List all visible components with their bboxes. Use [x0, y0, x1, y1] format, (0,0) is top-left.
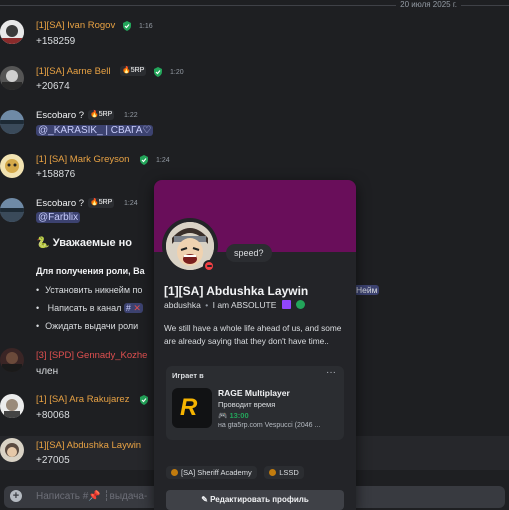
- author-name[interactable]: [1][SA] Ivan Rogov: [36, 20, 115, 31]
- role-pill[interactable]: [SA] Sheriff Academy: [166, 466, 257, 479]
- message[interactable]: [1][SA] Aarne Bell 🔥5RP 1:20 +20674: [0, 64, 509, 100]
- user-mention[interactable]: @_KARASIK_ | СВАГА♡: [36, 125, 154, 136]
- pencil-icon: ✎: [201, 495, 208, 504]
- timestamp: 1:20: [170, 69, 184, 76]
- timestamp: 1:24: [156, 157, 170, 164]
- status-dnd-icon: [203, 260, 215, 272]
- shield-check-icon: [140, 155, 148, 165]
- badge: 🔥5RP: [88, 110, 115, 120]
- badge-icon[interactable]: [296, 300, 306, 309]
- date-divider: 20 июля 2025 г.: [0, 0, 509, 12]
- announcement-bullet: Написать в канал # ✕: [36, 303, 143, 314]
- announcement-subheading: Для получения роли, Ва: [36, 266, 145, 276]
- announcement-heading: 🐍 Уважаемые но: [36, 237, 133, 249]
- message-text: @Farblix: [36, 212, 81, 223]
- role-mention[interactable]: Нейм: [354, 285, 380, 295]
- timestamp: 1:24: [124, 200, 138, 207]
- message[interactable]: Escobaro ? 🔥5RP 1:22 @_KARASIK_ | СВАГА♡: [0, 108, 509, 144]
- author-name[interactable]: Escobaro ?: [36, 110, 84, 121]
- author-name[interactable]: Escobaro ?: [36, 198, 84, 209]
- rage-mp-logo: R: [172, 388, 212, 428]
- avatar[interactable]: [0, 154, 24, 178]
- avatar[interactable]: [0, 394, 24, 418]
- flame-icon: 🔥: [90, 111, 99, 118]
- roles-list: [SA] Sheriff Academy LSSD: [166, 462, 307, 480]
- badge: 🔥5RP: [88, 198, 115, 208]
- role-pill[interactable]: LSSD: [264, 466, 304, 479]
- avatar[interactable]: [0, 66, 24, 90]
- activity-location: на gta5rp.com Vespucci (2046 ...: [218, 422, 321, 429]
- shield-check-icon: [154, 67, 162, 77]
- more-options-icon[interactable]: ···: [326, 367, 336, 378]
- activity-title: RAGE Multiplayer: [218, 388, 290, 398]
- message-text: +158259: [36, 36, 76, 47]
- badge: 🔥5RP: [120, 66, 147, 76]
- author-name[interactable]: [1][SA] Abdushka Laywin: [36, 440, 141, 451]
- message-text: @_KARASIK_ | СВАГА♡: [36, 125, 154, 136]
- avatar[interactable]: [0, 348, 24, 372]
- channel-mention[interactable]: # ✕: [123, 303, 143, 313]
- timestamp: 1:22: [124, 112, 138, 119]
- profile-popout: speed? [1][SA] Abdushka Laywin abdushka …: [154, 180, 356, 510]
- flame-icon: 🔥: [122, 67, 131, 74]
- avatar[interactable]: [0, 198, 24, 222]
- avatar[interactable]: [0, 20, 24, 44]
- gamepad-icon: 🎮: [218, 411, 228, 420]
- shield-check-icon: [123, 21, 131, 31]
- snake-emoji-icon: 🐍: [36, 237, 50, 249]
- message-text: +158876: [36, 169, 76, 180]
- profile-username-row: abdushka • I am ABSOLUTE: [164, 300, 306, 310]
- twitch-icon[interactable]: [281, 300, 291, 309]
- message-text: +80068: [36, 410, 70, 421]
- author-name[interactable]: [1] [SA] Mark Greyson: [36, 154, 129, 165]
- timestamp: 1:16: [139, 23, 153, 30]
- edit-profile-button[interactable]: ✎ Редактировать профиль: [166, 490, 344, 510]
- activity-subtitle: Проводит время: [218, 400, 276, 409]
- message-text: член: [36, 366, 59, 377]
- pin-icon: ✕: [133, 303, 141, 313]
- flame-icon: 🔥: [90, 199, 99, 206]
- profile-display-name: [1][SA] Abdushka Laywin: [164, 284, 309, 298]
- announcement-bullet: Установить никнейм по: [36, 285, 142, 295]
- author-name[interactable]: [1] [SA] Ara Rakujarez: [36, 394, 129, 405]
- plus-circle-icon[interactable]: +: [10, 490, 22, 502]
- message-input-placeholder: Написать #📌 ┆выдача-: [36, 491, 148, 502]
- shield-check-icon: [140, 395, 148, 405]
- profile-username[interactable]: abdushka: [164, 300, 201, 310]
- author-name[interactable]: [3] [SPD] Gennady_Kozhe: [36, 350, 147, 361]
- activity-card[interactable]: Играет в ··· R RAGE Multiplayer Проводит…: [166, 366, 344, 440]
- avatar[interactable]: [0, 110, 24, 134]
- message[interactable]: [1][SA] Ivan Rogov 1:16 +158259: [0, 18, 509, 54]
- avatar[interactable]: [0, 438, 24, 462]
- author-name[interactable]: [1][SA] Aarne Bell: [36, 66, 110, 77]
- message-text: +27005: [36, 455, 70, 466]
- activity-elapsed: 🎮 13:00: [218, 411, 249, 420]
- announcement-bullet: Ожидать выдачи роли: [36, 321, 138, 331]
- profile-tagline: I am ABSOLUTE: [212, 300, 277, 310]
- message-text: +20674: [36, 81, 70, 92]
- user-mention[interactable]: @Farblix: [36, 212, 81, 223]
- profile-bio: We still have a whole life ahead of us, …: [164, 323, 342, 346]
- custom-status-bubble: speed?: [226, 244, 272, 262]
- activity-header: Играет в: [172, 371, 204, 380]
- date-divider-label: 20 июля 2025 г.: [396, 0, 461, 10]
